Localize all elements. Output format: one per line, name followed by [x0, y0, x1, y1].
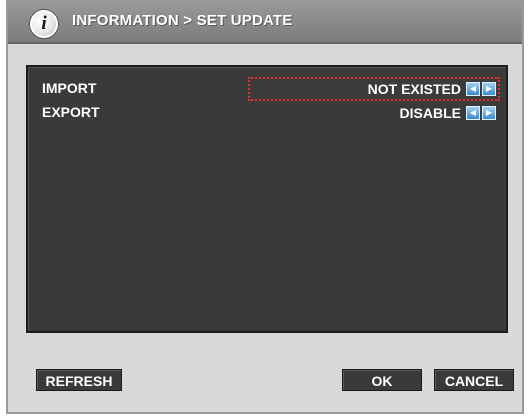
settings-panel: IMPORT NOT EXISTED ◀ ▶ EXPORT DISABLE ◀ … [26, 65, 508, 333]
right-arrow-icon[interactable]: ▶ [482, 82, 496, 96]
dialog-title: INFORMATION > SET UPDATE [72, 12, 293, 29]
set-update-dialog: i INFORMATION > SET UPDATE IMPORT NOT EX… [6, 0, 524, 414]
export-label: EXPORT [42, 104, 100, 120]
export-value: DISABLE [399, 105, 461, 121]
import-value: NOT EXISTED [367, 81, 461, 97]
right-arrow-icon[interactable]: ▶ [482, 106, 496, 120]
cancel-button[interactable]: CANCEL [434, 369, 514, 391]
info-icon: i [30, 10, 58, 38]
ok-button[interactable]: OK [342, 369, 422, 391]
left-arrow-icon[interactable]: ◀ [466, 82, 480, 96]
import-label: IMPORT [42, 80, 97, 96]
export-value-selector[interactable]: DISABLE ◀ ▶ [394, 103, 498, 123]
title-bar: i INFORMATION > SET UPDATE [8, 0, 522, 44]
import-value-selector[interactable]: NOT EXISTED ◀ ▶ [248, 77, 500, 101]
import-row: IMPORT NOT EXISTED ◀ ▶ [28, 77, 506, 101]
left-arrow-icon[interactable]: ◀ [466, 106, 480, 120]
refresh-button[interactable]: REFRESH [36, 369, 122, 391]
export-row: EXPORT DISABLE ◀ ▶ [28, 103, 506, 123]
